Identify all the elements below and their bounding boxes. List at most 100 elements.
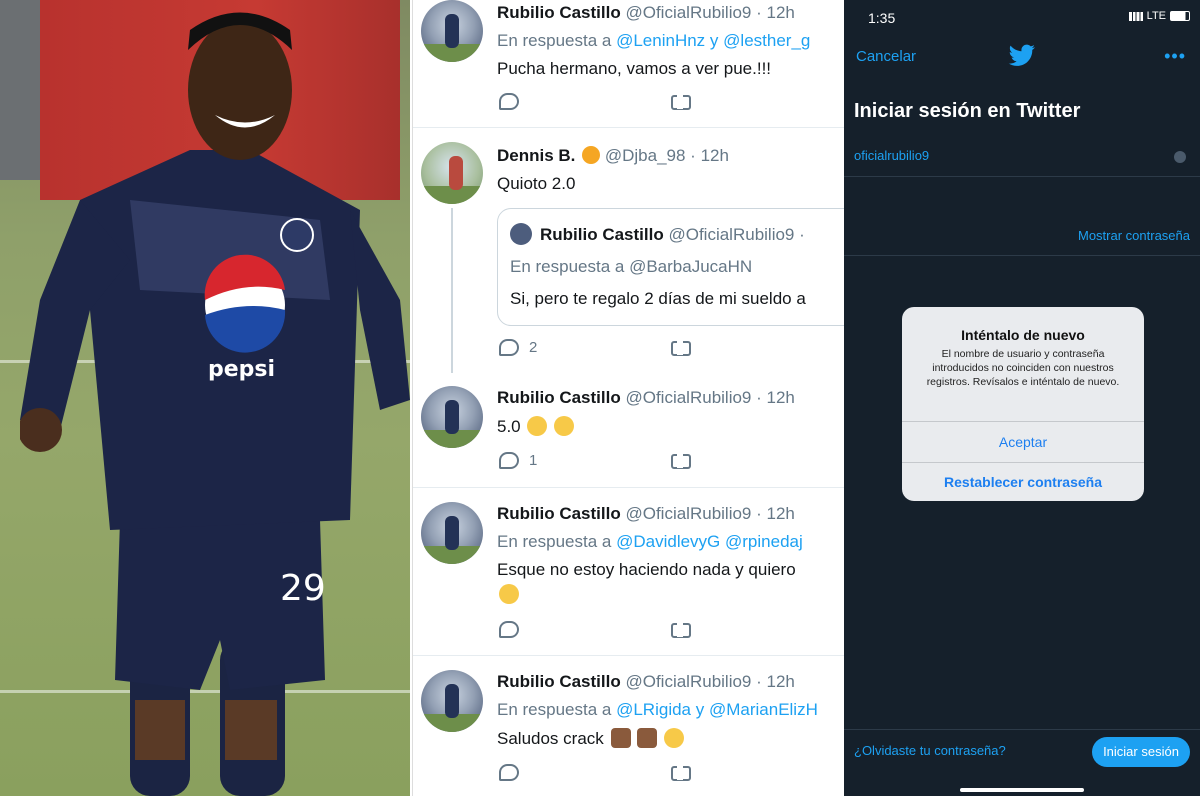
retweet-button[interactable] <box>669 621 691 638</box>
tweet-header: Rubilio Castillo @OficialRubilio9 · 12h <box>497 388 795 408</box>
show-password-button[interactable]: Mostrar contraseña <box>1078 228 1190 243</box>
reply-prefix: En respuesta a <box>497 700 612 719</box>
mention-link[interactable]: @LRigida <box>616 700 691 719</box>
retweet-icon <box>669 339 691 356</box>
accept-button[interactable]: Aceptar <box>902 434 1144 450</box>
tweet[interactable]: Dennis B. @Djba_98 · 12h Quioto 2.0 Rubi… <box>413 128 844 376</box>
mention-link[interactable]: @MarianElizH <box>709 700 818 719</box>
player-figure: pepsi 29 <box>20 12 410 796</box>
author-handle: @Djba_98 · 12h <box>604 146 729 165</box>
reply-button[interactable] <box>499 93 519 110</box>
tweet-header: Rubilio Castillo @OficialRubilio9 · 12h <box>497 672 795 692</box>
tweet[interactable]: Rubilio Castillo @OficialRubilio9 · 12h … <box>413 0 844 128</box>
mention-link[interactable]: @lesther_g <box>723 31 810 50</box>
quote-avatar <box>510 223 532 245</box>
author-handle: @OficialRubilio9 · 12h <box>625 672 795 691</box>
author-name[interactable]: Rubilio Castillo <box>497 3 621 22</box>
tweet-header: Rubilio Castillo @OficialRubilio9 · 12h <box>497 3 795 23</box>
reset-password-button[interactable]: Restablecer contraseña <box>902 474 1144 490</box>
dialog-divider <box>902 421 1144 422</box>
author-name[interactable]: Rubilio Castillo <box>497 672 621 691</box>
author-name[interactable]: Rubilio Castillo <box>497 388 621 407</box>
retweet-button[interactable] <box>669 452 691 469</box>
author-name[interactable]: Rubilio Castillo <box>497 504 621 523</box>
reply-context: En respuesta a @DavidlevyG @rpinedaj <box>497 532 803 552</box>
mention-link[interactable]: @DavidlevyG <box>616 532 720 551</box>
quote-author: Rubilio Castillo <box>540 225 664 244</box>
tweet-text: Saludos crack <box>497 728 684 749</box>
reply-icon <box>499 764 519 781</box>
reply-icon <box>499 339 519 356</box>
tweet-header: Rubilio Castillo @OficialRubilio9 · 12h <box>497 504 795 524</box>
tweet-actions <box>497 621 837 643</box>
author-handle: @OficialRubilio9 · 12h <box>625 3 795 22</box>
emoji-icon <box>554 416 575 436</box>
tweet-text: Quioto 2.0 <box>497 174 576 193</box>
quote-text: Si, pero te regalo 2 días de mi sueldo a <box>510 289 806 308</box>
reply-button[interactable] <box>499 621 519 638</box>
tweet-text-content: Saludos crack <box>497 729 604 748</box>
tweet[interactable]: Rubilio Castillo @OficialRubilio9 · 12h … <box>413 488 844 656</box>
error-dialog: Inténtalo de nuevo El nombre de usuario … <box>902 307 1144 501</box>
mention-joiner: y <box>709 31 719 50</box>
tweet-actions <box>497 93 837 115</box>
emoji-icon <box>527 416 548 436</box>
divider <box>844 255 1200 256</box>
retweet-icon <box>669 452 691 469</box>
quote-handle: @OficialRubilio9 · <box>668 225 805 244</box>
avatar[interactable] <box>421 0 483 62</box>
avatar[interactable] <box>421 670 483 732</box>
retweet-button[interactable] <box>669 764 691 781</box>
page-title: Iniciar sesión en Twitter <box>854 100 1081 122</box>
clear-icon[interactable] <box>1174 151 1186 163</box>
tweet-actions: 2 <box>497 339 837 361</box>
reply-button[interactable]: 1 <box>499 452 537 469</box>
author-name[interactable]: Dennis B. <box>497 146 575 165</box>
dialog-message: El nombre de usuario y contraseña introd… <box>926 348 1120 388</box>
tweet[interactable]: Rubilio Castillo @OficialRubilio9 · 12h … <box>413 656 844 796</box>
tweet-text-content: 5.0 <box>497 417 521 436</box>
dialog-title: Inténtalo de nuevo <box>961 327 1085 343</box>
tweet[interactable]: Rubilio Castillo @OficialRubilio9 · 12h … <box>413 376 844 488</box>
retweet-button[interactable] <box>669 339 691 356</box>
cancel-button[interactable]: Cancelar <box>856 48 916 65</box>
reply-icon <box>499 93 519 110</box>
avatar[interactable] <box>421 142 483 204</box>
verified-icon <box>582 146 601 164</box>
retweet-button[interactable] <box>669 93 691 110</box>
reply-prefix: En respuesta a <box>497 31 612 50</box>
retweet-icon <box>669 621 691 638</box>
reply-prefix: En respuesta a <box>497 532 612 551</box>
username-field[interactable]: oficialrubilio9 <box>854 148 929 163</box>
mention-link[interactable]: @rpinedaj <box>725 532 803 551</box>
mention-link[interactable]: @LeninHnz <box>616 31 705 50</box>
tweet-text: Esque no estoy haciendo nada y quiero <box>497 560 796 579</box>
reply-button[interactable]: 2 <box>499 339 537 356</box>
signal-icon <box>1128 11 1143 21</box>
svg-text:pepsi: pepsi <box>208 357 275 382</box>
dialog-divider <box>902 462 1144 463</box>
reply-count: 1 <box>529 452 538 469</box>
reply-icon <box>499 621 519 638</box>
more-dots-icon[interactable]: ••• <box>1164 46 1186 67</box>
login-button[interactable]: Iniciar sesión <box>1092 737 1190 767</box>
divider <box>844 176 1200 177</box>
svg-text:29: 29 <box>280 568 326 609</box>
tweet-actions: 1 <box>497 452 837 474</box>
twitter-bird-icon <box>1008 44 1035 66</box>
tweet-text: 5.0 <box>497 416 575 437</box>
divider <box>844 729 1200 730</box>
reply-context: En respuesta a @LeninHnz y @lesther_g <box>497 31 810 51</box>
forgot-password-link[interactable]: ¿Olvidaste tu contraseña? <box>854 743 1006 758</box>
emoji-icon <box>663 728 684 748</box>
quoted-tweet[interactable]: Rubilio Castillo @OficialRubilio9 · En r… <box>497 208 844 326</box>
mention-joiner: y <box>695 700 705 719</box>
avatar[interactable] <box>421 502 483 564</box>
twitter-login-screen: 1:35 LTE Cancelar ••• Iniciar sesión en … <box>844 0 1200 796</box>
tweet-text: Pucha hermano, vamos a ver pue.!!! <box>497 59 772 78</box>
status-icons: LTE <box>1128 10 1190 22</box>
quote-header: Rubilio Castillo @OficialRubilio9 · <box>540 225 805 245</box>
author-handle: @OficialRubilio9 · 12h <box>625 504 795 523</box>
reply-button[interactable] <box>499 764 519 781</box>
avatar[interactable] <box>421 386 483 448</box>
